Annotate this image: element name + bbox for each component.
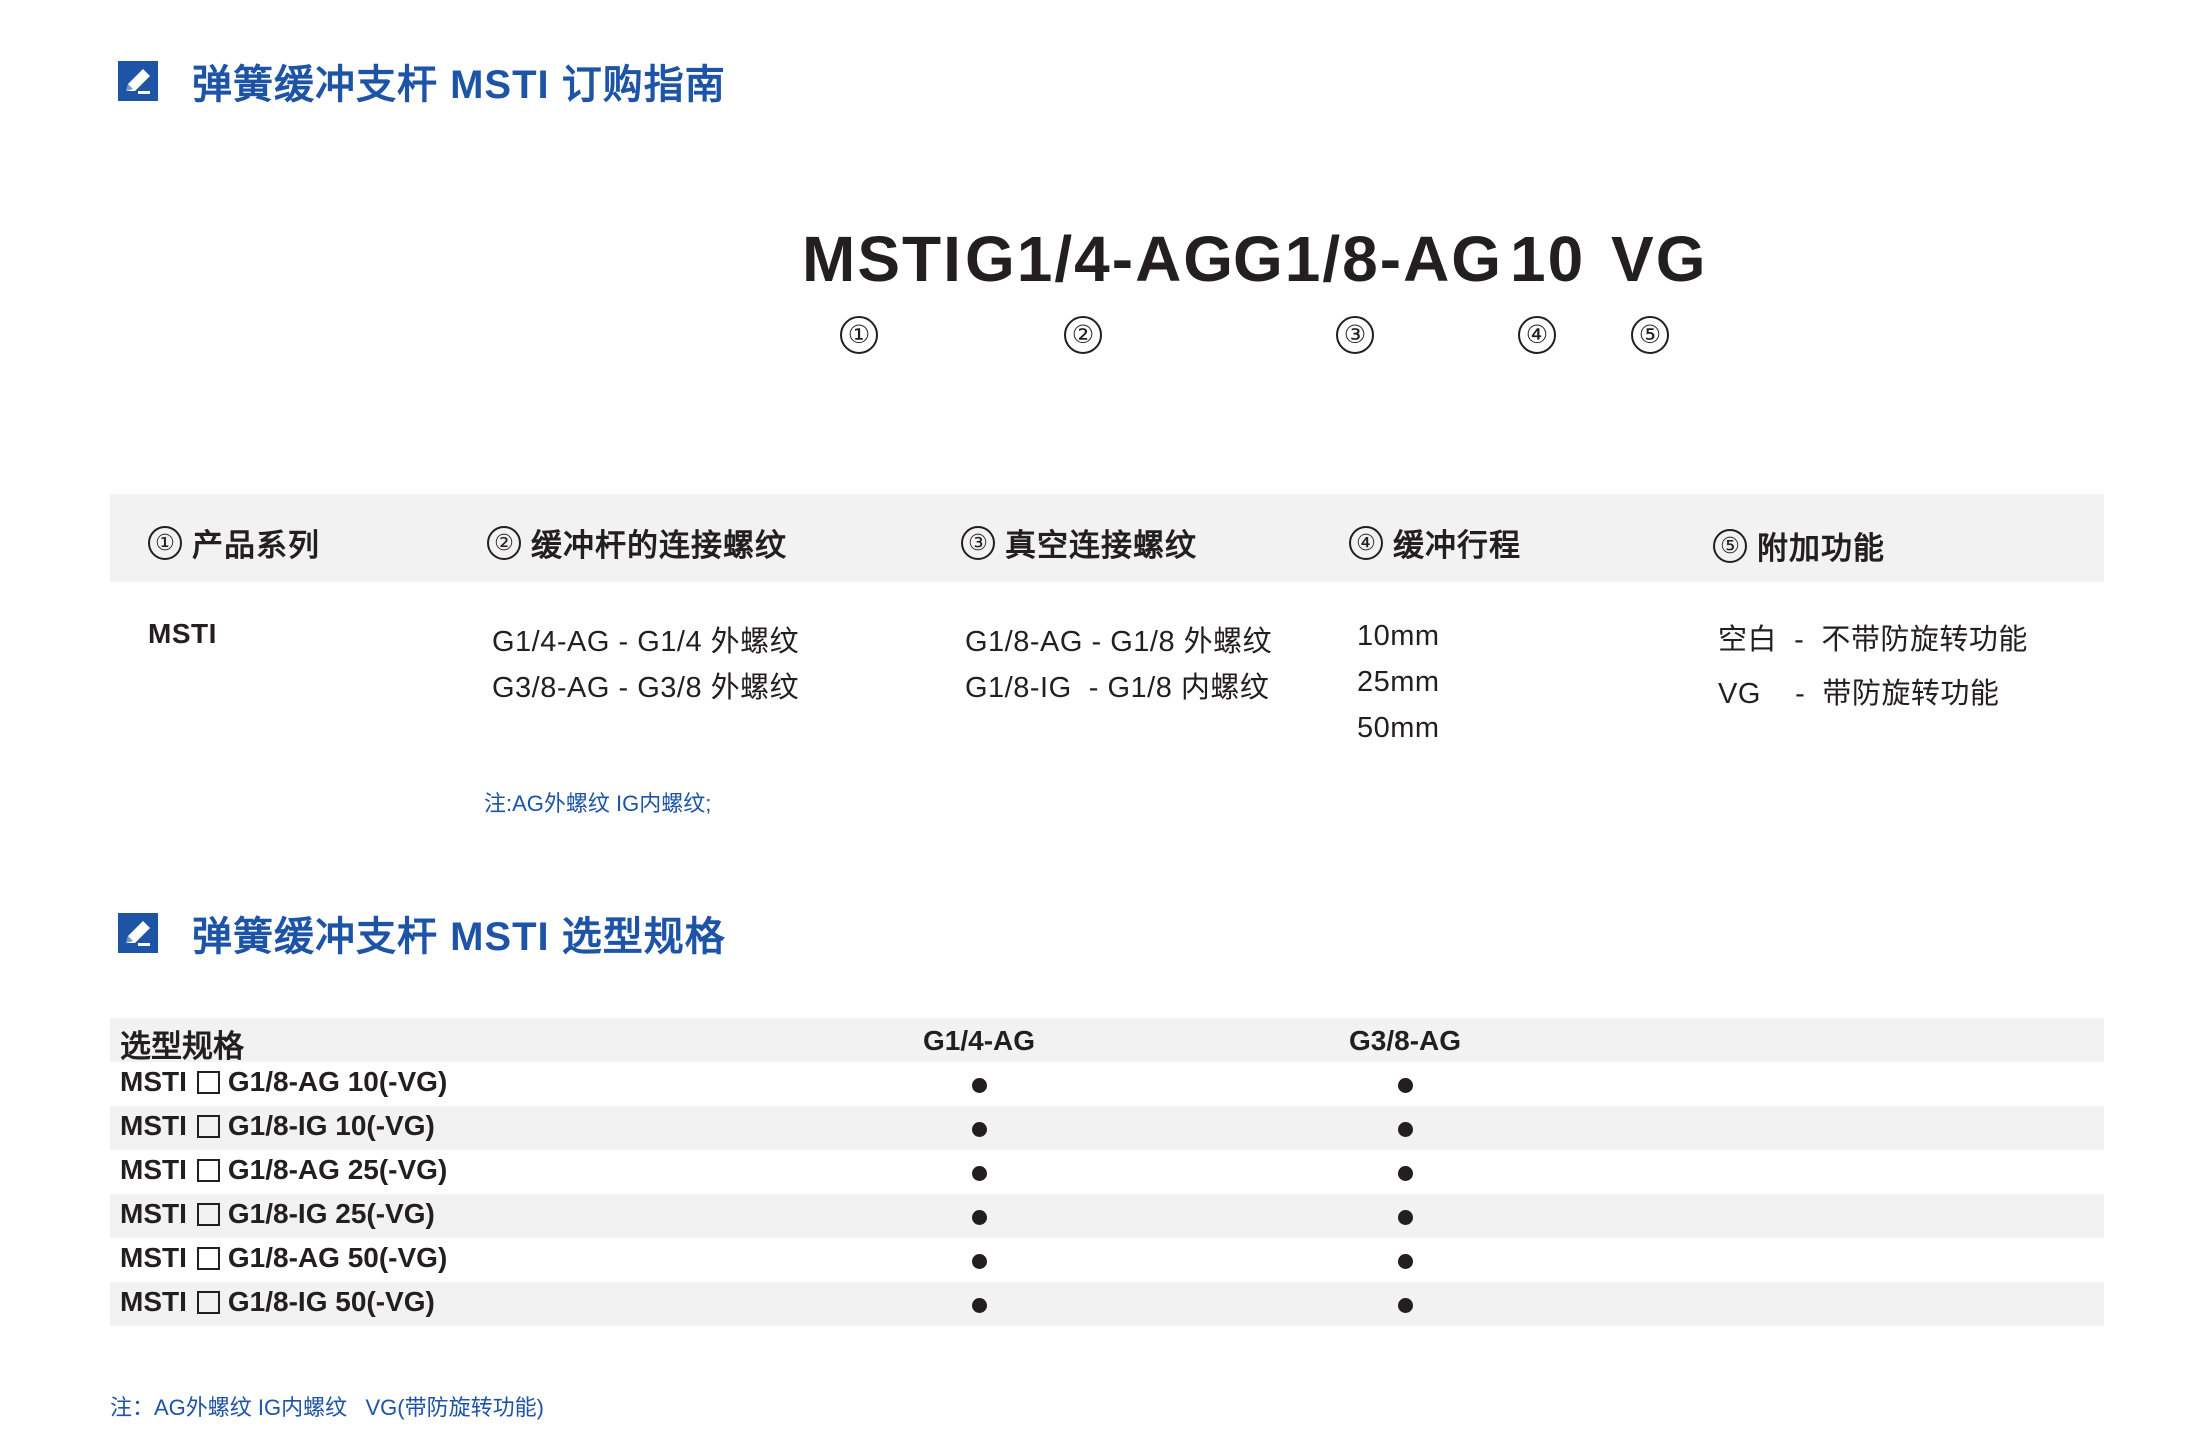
edit-icon — [118, 913, 158, 953]
spec-model-code: G1/8-IG 25(-VG) — [227, 1198, 435, 1229]
table-row: MSTI G1/8-AG 50(-VG) — [110, 1238, 2104, 1282]
code-marker-5: ⑤ — [1631, 316, 1669, 354]
footer-note: 注：AG外螺纹 IG内螺纹 VG(带防旋转功能) — [110, 1395, 544, 1420]
spec-model-prefix: MSTI — [120, 1286, 187, 1317]
spec-model-prefix: MSTI — [120, 1242, 187, 1273]
availability-dot-g38 — [1398, 1166, 1413, 1181]
guide-header-stroke: ④ 缓冲行程 — [1349, 520, 1521, 565]
table-row: MSTI G1/8-AG 10(-VG) — [110, 1062, 2104, 1106]
code-stroke: 10 — [1510, 223, 1586, 295]
guide-header-num: ③ — [961, 525, 995, 560]
availability-dot-g38 — [1398, 1078, 1413, 1093]
code-vacuum-thread: G1/8-AG — [1233, 223, 1504, 295]
guide-header-label: 附加功能 — [1757, 531, 1885, 566]
guide-series-value: MSTI — [148, 618, 217, 649]
checkbox-placeholder-icon — [196, 1202, 220, 1226]
availability-dot-g38 — [1398, 1298, 1413, 1313]
guide-rod-thread-1: G1/4-AG - G1/4 外螺纹 — [492, 626, 800, 658]
guide-rod-thread-2: G3/8-AG - G3/8 外螺纹 — [492, 672, 800, 704]
checkbox-placeholder-icon — [196, 1290, 220, 1314]
availability-dot-g38 — [1398, 1122, 1413, 1137]
spec-model-prefix: MSTI — [120, 1110, 187, 1141]
code-marker-4: ④ — [1518, 316, 1556, 354]
checkbox-placeholder-icon — [196, 1070, 220, 1094]
code-rod-thread: G1/4-AG — [965, 223, 1236, 295]
guide-header-option: ⑤ 附加功能 — [1713, 523, 1885, 568]
availability-dot-g14 — [972, 1210, 987, 1225]
spec-model: MSTI G1/8-IG 25(-VG) — [120, 1198, 435, 1230]
spec-col-g38: G3/8-AG — [1349, 1025, 1462, 1056]
table-row: MSTI G1/8-IG 50(-VG) — [110, 1282, 2104, 1326]
code-marker-3: ③ — [1336, 316, 1374, 354]
checkbox-placeholder-icon — [196, 1246, 220, 1270]
availability-dot-g38 — [1398, 1254, 1413, 1269]
spec-model: MSTI G1/8-IG 10(-VG) — [120, 1110, 435, 1142]
spec-header-row: 选型规格 G1/4-AG G3/8-AG — [110, 1018, 2104, 1064]
spec-model-code: G1/8-AG 50(-VG) — [227, 1242, 448, 1273]
guide-header-label: 产品系列 — [192, 528, 320, 563]
guide-header-label: 缓冲杆的连接螺纹 — [531, 528, 787, 563]
availability-dot-g14 — [972, 1166, 987, 1181]
guide-header-num: ① — [148, 525, 182, 560]
guide-header-rod-thread: ② 缓冲杆的连接螺纹 — [487, 520, 787, 565]
guide-header-vacuum-thread: ③ 真空连接螺纹 — [961, 520, 1197, 565]
section-heading-ordering: 弹簧缓冲支杆 MSTI 订购指南 — [118, 52, 726, 110]
guide-header-num: ② — [487, 525, 521, 560]
spec-model-prefix: MSTI — [120, 1066, 187, 1097]
guide-header-label: 真空连接螺纹 — [1005, 528, 1197, 563]
availability-dot-g14 — [972, 1078, 987, 1093]
table-row: MSTI G1/8-AG 25(-VG) — [110, 1150, 2104, 1194]
checkbox-placeholder-icon — [196, 1158, 220, 1182]
spec-model: MSTI G1/8-AG 25(-VG) — [120, 1154, 447, 1186]
guide-option-1: 空白 - 不带防旋转功能 — [1718, 624, 2028, 656]
guide-stroke-3: 50mm — [1357, 712, 1440, 744]
section-title: 弹簧缓冲支杆 MSTI 选型规格 — [192, 915, 726, 959]
spec-model-code: G1/8-IG 10(-VG) — [227, 1110, 435, 1141]
guide-note: 注:AG外螺纹 IG内螺纹; — [484, 791, 712, 816]
guide-vacuum-thread-2: G1/8-IG - G1/8 内螺纹 — [965, 672, 1270, 704]
guide-header-label: 缓冲行程 — [1393, 528, 1521, 563]
spec-model-code: G1/8-AG 25(-VG) — [227, 1154, 448, 1185]
guide-stroke-1: 10mm — [1357, 620, 1440, 652]
spec-model-prefix: MSTI — [120, 1154, 187, 1185]
spec-model: MSTI G1/8-AG 50(-VG) — [120, 1242, 447, 1274]
guide-header-series: ① 产品系列 — [148, 520, 320, 565]
spec-model-code: G1/8-AG 10(-VG) — [227, 1066, 448, 1097]
code-series: MSTI — [802, 223, 963, 295]
availability-dot-g38 — [1398, 1210, 1413, 1225]
availability-dot-g14 — [972, 1254, 987, 1269]
table-row: MSTI G1/8-IG 25(-VG) — [110, 1194, 2104, 1238]
spec-model: MSTI G1/8-IG 50(-VG) — [120, 1286, 435, 1318]
spec-model-prefix: MSTI — [120, 1198, 187, 1229]
edit-icon — [118, 61, 158, 101]
guide-vacuum-thread-1: G1/8-AG - G1/8 外螺纹 — [965, 626, 1273, 658]
table-row: MSTI G1/8-IG 10(-VG) — [110, 1106, 2104, 1150]
code-option: VG — [1611, 223, 1708, 295]
spec-header-label: 选型规格 — [120, 1029, 244, 1064]
availability-dot-g14 — [972, 1298, 987, 1313]
spec-col-g14: G1/4-AG — [923, 1025, 1036, 1056]
guide-option-2: VG - 带防旋转功能 — [1718, 678, 2000, 710]
guide-header-num: ④ — [1349, 525, 1383, 560]
checkbox-placeholder-icon — [196, 1114, 220, 1138]
spec-model-code: G1/8-IG 50(-VG) — [227, 1286, 435, 1317]
code-marker-1: ① — [840, 316, 878, 354]
section-heading-spec: 弹簧缓冲支杆 MSTI 选型规格 — [118, 904, 726, 962]
guide-stroke-2: 25mm — [1357, 666, 1440, 698]
availability-dot-g14 — [972, 1122, 987, 1137]
section-title: 弹簧缓冲支杆 MSTI 订购指南 — [192, 63, 726, 107]
spec-model: MSTI G1/8-AG 10(-VG) — [120, 1066, 447, 1098]
code-marker-2: ② — [1064, 316, 1102, 354]
guide-header-num: ⑤ — [1713, 528, 1747, 563]
